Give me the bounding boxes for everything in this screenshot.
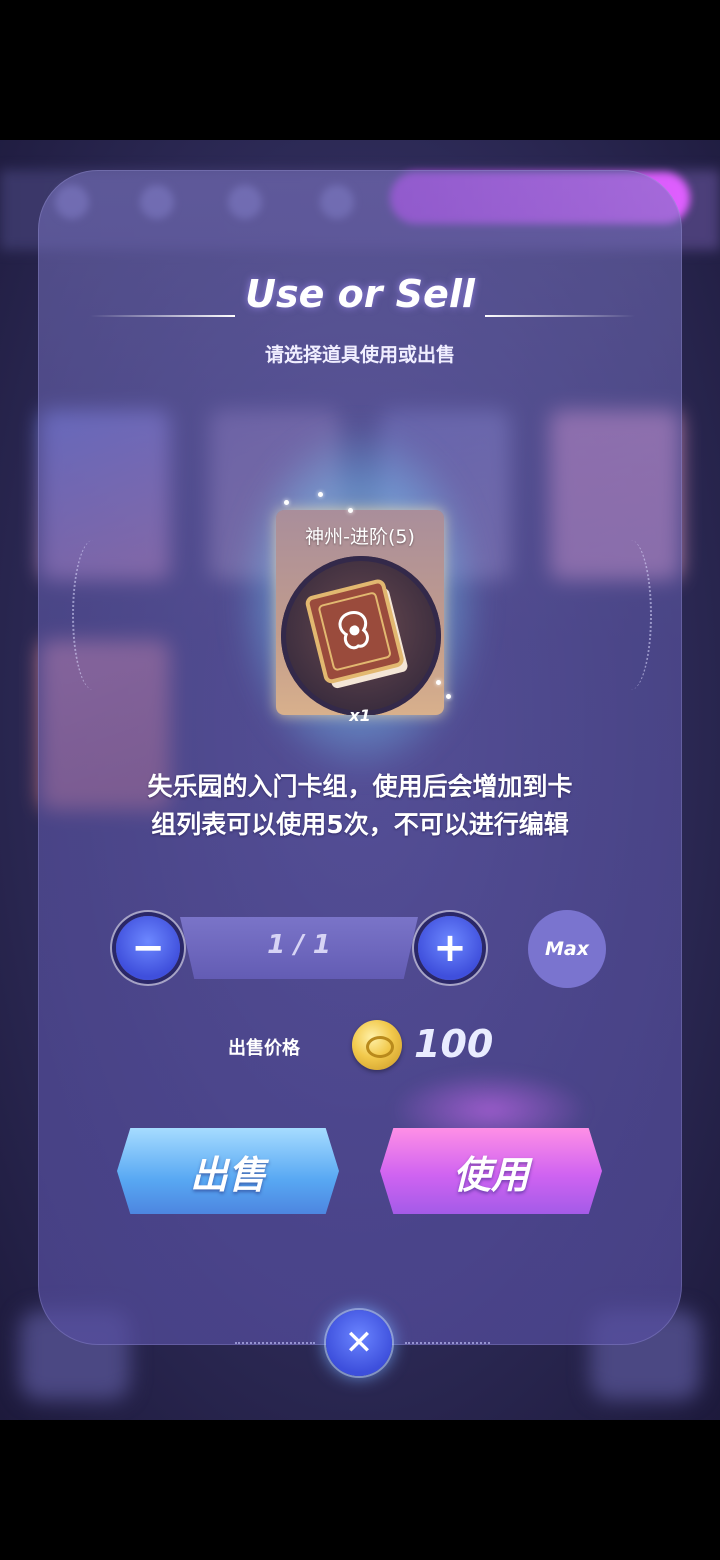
sell-button-label: 出售 [189, 1152, 266, 1197]
decrease-button[interactable]: − [116, 916, 180, 980]
title-divider-left [90, 315, 235, 317]
item-description: 失乐园的入门卡组，使用后会增加到卡 组列表可以使用5次，不可以进行编辑 [130, 768, 590, 844]
quantity-display: 1 / 1 [267, 930, 331, 960]
dialog-title: Use or Sell [245, 272, 475, 316]
item-count: x1 [349, 706, 371, 725]
sparkle [446, 694, 451, 699]
close-icon: ✕ [344, 1323, 374, 1363]
use-button-label: 使用 [452, 1152, 529, 1197]
sell-price-label: 出售价格 [228, 1038, 300, 1059]
plus-icon: + [433, 925, 467, 971]
close-divider-right [405, 1342, 490, 1344]
dialog-subtitle: 请选择道具使用或出售 [264, 344, 455, 366]
max-button[interactable]: Max [528, 910, 606, 988]
decorative-arc [72, 540, 114, 690]
sell-button[interactable]: 出售 [117, 1128, 339, 1214]
item-card: 神州-进阶(5) [276, 510, 444, 715]
minus-icon: − [131, 925, 165, 971]
description-line: 组列表可以使用5次，不可以进行编辑 [151, 810, 569, 839]
sparkle [318, 492, 323, 497]
use-button[interactable]: 使用 [380, 1128, 602, 1214]
deck-book-icon [305, 579, 408, 689]
increase-button[interactable]: + [418, 916, 482, 980]
sell-price-value: 100 [414, 1022, 494, 1066]
decorative-arc [610, 540, 652, 690]
gold-coin-icon [352, 1020, 402, 1070]
close-divider-left [235, 1342, 315, 1344]
description-line: 失乐园的入门卡组，使用后会增加到卡 [147, 772, 573, 801]
title-divider-right [485, 315, 635, 317]
sparkle [348, 508, 353, 513]
sparkle [436, 680, 441, 685]
item-name: 神州-进阶(5) [305, 526, 415, 548]
sparkle [284, 500, 289, 505]
item-icon-frame [281, 556, 441, 715]
close-button[interactable]: ✕ [326, 1310, 392, 1376]
